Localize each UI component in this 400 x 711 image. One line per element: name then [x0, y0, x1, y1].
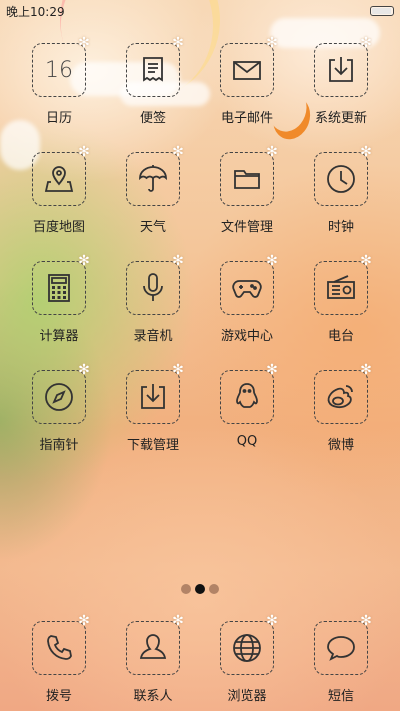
app-weather[interactable]: ✻ 天气: [106, 145, 200, 235]
system-update-icon: ✻: [314, 36, 372, 97]
message-icon: ✻: [314, 614, 372, 675]
flower-badge-icon: ✻: [172, 362, 184, 378]
app-baidu-map[interactable]: ✻ 百度地图: [12, 145, 106, 235]
app-label: 系统更新: [314, 111, 367, 126]
app-file-manager[interactable]: ✻ 文件管理: [200, 145, 294, 235]
app-label: 百度地图: [32, 220, 85, 235]
app-label: 时钟: [327, 220, 354, 235]
battery-icon: [370, 6, 394, 16]
app-calendar[interactable]: 16 ✻ 日历: [12, 36, 106, 126]
app-label: 浏览器: [227, 689, 267, 704]
dock-contacts[interactable]: ✻ 联系人: [106, 614, 200, 704]
flower-badge-icon: ✻: [360, 613, 372, 629]
app-game-center[interactable]: ✻ 游戏中心: [200, 254, 294, 344]
page-dot[interactable]: [181, 584, 191, 594]
app-label: 指南针: [39, 438, 79, 453]
page-indicator: [0, 584, 400, 594]
dock-browser[interactable]: ✻ 浏览器: [200, 614, 294, 704]
calendar-icon: 16 ✻: [32, 36, 90, 97]
app-compass[interactable]: ✻ 指南针: [12, 363, 106, 453]
flower-badge-icon: ✻: [360, 35, 372, 51]
app-label: 便签: [139, 111, 166, 126]
app-label: 录音机: [133, 329, 173, 344]
app-system-update[interactable]: ✻ 系统更新: [294, 36, 388, 126]
dock-dialer[interactable]: ✻ 拨号: [12, 614, 106, 704]
app-clock[interactable]: ✻ 时钟: [294, 145, 388, 235]
app-label: 下载管理: [126, 438, 179, 453]
download-icon: ✻: [126, 363, 184, 424]
flower-badge-icon: ✻: [172, 35, 184, 51]
mail-icon: ✻: [220, 36, 278, 97]
flower-badge-icon: ✻: [172, 613, 184, 629]
gamepad-icon: ✻: [220, 254, 278, 315]
flower-badge-icon: ✻: [78, 144, 90, 160]
app-label: 游戏中心: [220, 329, 273, 344]
microphone-icon: ✻: [126, 254, 184, 315]
calculator-icon: ✻: [32, 254, 90, 315]
status-time: 晚上10:29: [6, 4, 65, 19]
app-qq[interactable]: ✻ QQ: [200, 363, 294, 449]
page-dot-active[interactable]: [195, 584, 205, 594]
umbrella-icon: ✻: [126, 145, 184, 206]
app-label: 联系人: [133, 689, 173, 704]
flower-badge-icon: ✻: [360, 253, 372, 269]
qq-penguin-icon: ✻: [220, 363, 278, 424]
app-label: 微博: [327, 438, 354, 453]
folder-icon: ✻: [220, 145, 278, 206]
app-download-manager[interactable]: ✻ 下载管理: [106, 363, 200, 453]
app-label: 日历: [45, 111, 72, 126]
app-label: 天气: [139, 220, 166, 235]
phone-icon: ✻: [32, 614, 90, 675]
app-label: 计算器: [39, 329, 79, 344]
flower-badge-icon: ✻: [266, 253, 278, 269]
weibo-icon: ✻: [314, 363, 372, 424]
flower-badge-icon: ✻: [172, 253, 184, 269]
app-email[interactable]: ✻ 电子邮件: [200, 36, 294, 126]
app-label: 电子邮件: [220, 111, 273, 126]
calendar-date: 16: [45, 57, 73, 83]
app-label: 短信: [327, 689, 354, 704]
flower-badge-icon: ✻: [266, 613, 278, 629]
flower-badge-icon: ✻: [360, 144, 372, 160]
flower-badge-icon: ✻: [266, 35, 278, 51]
contact-icon: ✻: [126, 614, 184, 675]
compass-icon: ✻: [32, 363, 90, 424]
note-icon: ✻: [126, 36, 184, 97]
flower-badge-icon: ✻: [78, 253, 90, 269]
globe-icon: ✻: [220, 614, 278, 675]
app-label: 文件管理: [220, 220, 273, 235]
flower-badge-icon: ✻: [78, 362, 90, 378]
flower-badge-icon: ✻: [360, 362, 372, 378]
dock-messages[interactable]: ✻ 短信: [294, 614, 388, 704]
flower-badge-icon: ✻: [78, 35, 90, 51]
app-notes[interactable]: ✻ 便签: [106, 36, 200, 126]
flower-badge-icon: ✻: [266, 362, 278, 378]
radio-icon: ✻: [314, 254, 372, 315]
app-weibo[interactable]: ✻ 微博: [294, 363, 388, 453]
clock-icon: ✻: [314, 145, 372, 206]
status-bar: 晚上10:29: [0, 0, 400, 22]
map-icon: ✻: [32, 145, 90, 206]
app-calculator[interactable]: ✻ 计算器: [12, 254, 106, 344]
app-label: QQ: [236, 434, 258, 449]
flower-badge-icon: ✻: [78, 613, 90, 629]
app-label: 电台: [327, 329, 354, 344]
flower-badge-icon: ✻: [172, 144, 184, 160]
app-radio[interactable]: ✻ 电台: [294, 254, 388, 344]
app-recorder[interactable]: ✻ 录音机: [106, 254, 200, 344]
flower-badge-icon: ✻: [266, 144, 278, 160]
page-dot[interactable]: [209, 584, 219, 594]
app-label: 拨号: [45, 689, 72, 704]
